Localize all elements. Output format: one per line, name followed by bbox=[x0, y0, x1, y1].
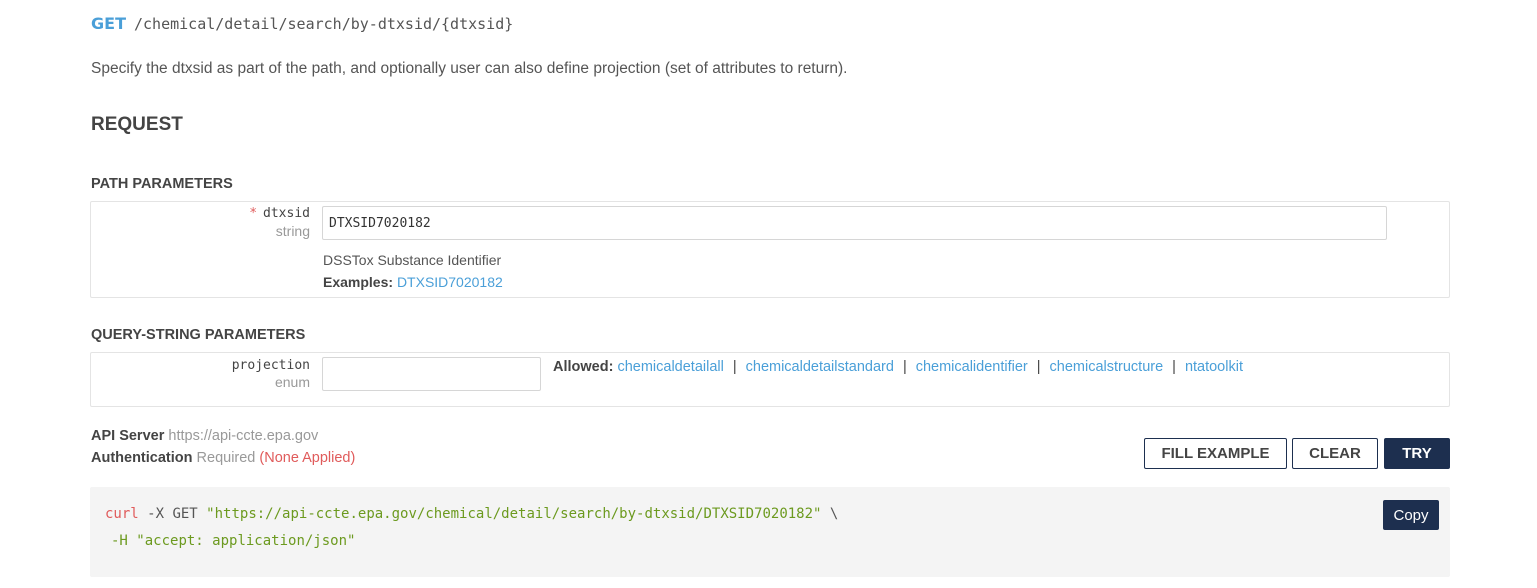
endpoint-path: /chemical/detail/search/by-dtxsid/{dtxsi… bbox=[133, 15, 514, 33]
query-parameters-heading: QUERY-STRING PARAMETERS bbox=[91, 327, 306, 343]
request-heading: REQUEST bbox=[91, 114, 183, 135]
copy-button[interactable]: Copy bbox=[1383, 500, 1439, 530]
path-parameters-panel: *dtxsid string DSSTox Substance Identifi… bbox=[90, 201, 1450, 298]
allowed-option[interactable]: ntatoolkit bbox=[1185, 359, 1243, 375]
allowed-option[interactable]: chemicaldetailstandard bbox=[746, 359, 894, 375]
clear-button[interactable]: CLEAR bbox=[1292, 438, 1378, 469]
param-type: enum bbox=[274, 374, 310, 390]
curl-code-block: curl -X GET "https://api-ccte.epa.gov/ch… bbox=[90, 487, 1450, 577]
param-examples: Examples: DTXSID7020182 bbox=[323, 274, 503, 290]
param-type: string bbox=[275, 223, 310, 239]
allowed-values: Allowed: chemicaldetailall | chemicaldetai… bbox=[553, 359, 1243, 375]
allowed-option[interactable]: chemicalidentifier bbox=[916, 359, 1028, 375]
curl-line-1: curl -X GET "https://api-ccte.epa.gov/ch… bbox=[105, 506, 839, 522]
authentication-value: Required bbox=[196, 450, 256, 466]
required-marker: * bbox=[249, 206, 258, 221]
dtxsid-input[interactable] bbox=[322, 206, 1387, 240]
curl-line-2: -H "accept: application/json" bbox=[111, 533, 356, 549]
param-name: projection bbox=[231, 358, 310, 373]
endpoint-description: Specify the dtxsid as part of the path, … bbox=[91, 60, 848, 77]
separator: | bbox=[732, 359, 737, 375]
allowed-option[interactable]: chemicalstructure bbox=[1050, 359, 1164, 375]
api-server-label: API Server bbox=[91, 428, 165, 444]
param-name: * dtxsid bbox=[249, 206, 310, 221]
separator: | bbox=[902, 359, 907, 375]
path-parameters-heading: PATH PARAMETERS bbox=[91, 176, 233, 192]
fill-example-button[interactable]: FILL EXAMPLE bbox=[1144, 438, 1287, 469]
endpoint-header: GET/chemical/detail/search/by-dtxsid/{dt… bbox=[91, 14, 513, 34]
http-method: GET bbox=[91, 14, 126, 33]
separator: | bbox=[1036, 359, 1041, 375]
try-button[interactable]: TRY bbox=[1384, 438, 1450, 469]
api-server-value: https://api-ccte.epa.gov bbox=[168, 428, 319, 444]
api-server-row: API Server https://api-ccte.epa.gov bbox=[91, 428, 318, 444]
example-link[interactable]: DTXSID7020182 bbox=[397, 274, 503, 290]
projection-input[interactable] bbox=[322, 357, 541, 391]
query-parameters-panel: projection enum Allowed: chemicaldetaila… bbox=[90, 352, 1450, 407]
authentication-status: (None Applied) bbox=[259, 450, 356, 466]
allowed-option[interactable]: chemicaldetailall bbox=[617, 359, 723, 375]
authentication-row: Authentication Required (None Applied) bbox=[91, 450, 355, 466]
authentication-label: Authentication bbox=[91, 450, 193, 466]
separator: | bbox=[1172, 359, 1176, 375]
param-description: DSSTox Substance Identifier bbox=[323, 252, 502, 268]
